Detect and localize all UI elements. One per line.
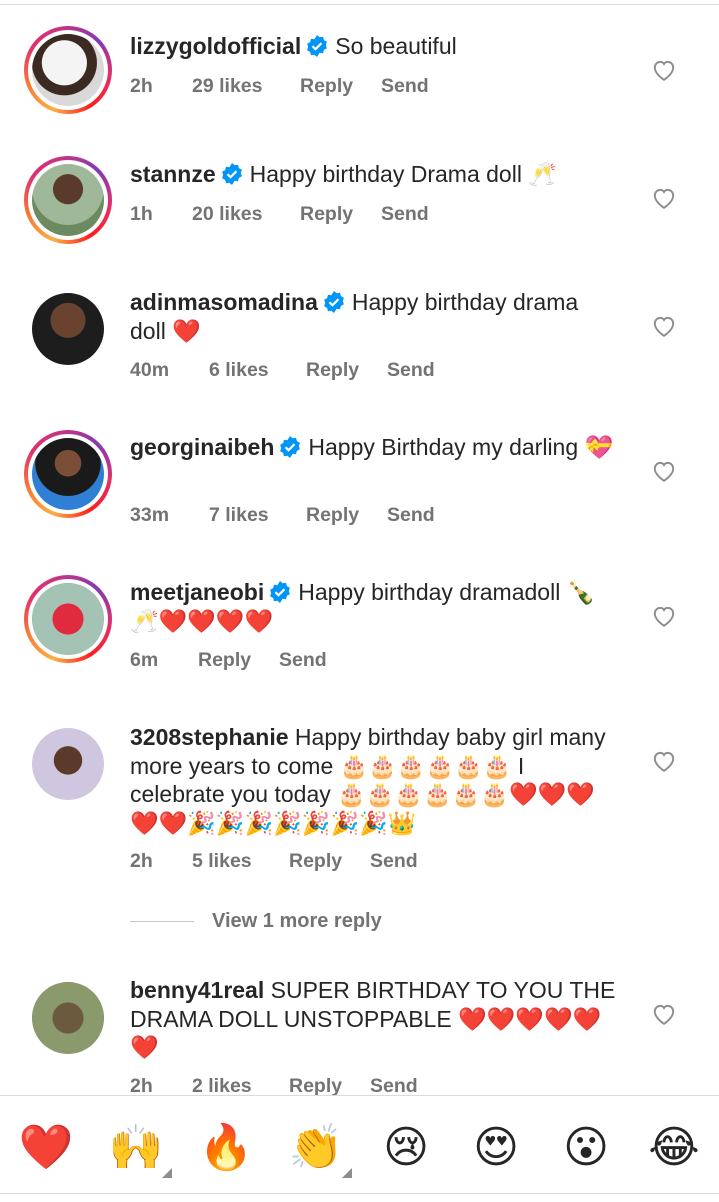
comment-likes[interactable]: 29 likes: [192, 75, 262, 98]
avatar[interactable]: [24, 156, 112, 244]
send-button[interactable]: Send: [381, 203, 429, 226]
skin-tone-indicator-icon: [162, 1168, 172, 1178]
comment-text-block: lizzygoldofficial So beautiful: [130, 32, 620, 61]
comment-text: Happy Birthday my darling 💝: [308, 434, 614, 460]
comment-likes[interactable]: 20 likes: [192, 203, 262, 226]
like-heart-icon[interactable]: [651, 185, 677, 211]
comment-time: 40m: [130, 359, 170, 381]
raising-hands-emoji-button[interactable]: 🙌: [106, 1118, 172, 1178]
verified-badge-icon: [221, 163, 242, 185]
verified-badge-icon: [270, 581, 291, 603]
comment-time: 2h: [130, 75, 153, 97]
comment-text-block: meetjaneobi Happy birthday dramadoll 🍾🥂❤️…: [130, 578, 620, 635]
comment-time: 1h: [130, 203, 153, 225]
bottom-divider: [0, 1193, 719, 1194]
reply-button[interactable]: Reply: [289, 850, 342, 873]
reply-button[interactable]: Reply: [198, 649, 251, 672]
quick-reaction-bar: ❤️ 🙌 🔥 👏 😢 😍 😮 😂: [0, 1095, 719, 1202]
send-button[interactable]: Send: [279, 649, 327, 672]
comment-time: 6m: [130, 649, 159, 671]
comment-likes[interactable]: 5 likes: [192, 850, 252, 873]
comment-time: 2h: [130, 850, 153, 872]
comment-text-block: stannze Happy birthday Drama doll 🥂: [130, 160, 620, 189]
comment-likes[interactable]: 2 likes: [192, 1075, 252, 1095]
comment-username[interactable]: benny41real: [130, 977, 264, 1003]
avatar[interactable]: [32, 982, 104, 1054]
comment-username[interactable]: 3208stephanie: [130, 724, 289, 750]
comment-username[interactable]: stannze: [130, 161, 216, 187]
avatar[interactable]: [32, 728, 104, 800]
divider-line: [130, 921, 194, 923]
tears-of-joy-emoji-button[interactable]: 😂: [644, 1118, 704, 1178]
comment-time: 33m: [130, 504, 170, 526]
avatar[interactable]: [24, 26, 112, 114]
heart-eyes-emoji-button[interactable]: 😍: [466, 1118, 526, 1178]
like-heart-icon[interactable]: [651, 458, 677, 484]
view-more-label[interactable]: View 1 more reply: [212, 910, 382, 932]
comment-username[interactable]: georginaibeh: [130, 434, 274, 460]
avatar[interactable]: [24, 430, 112, 518]
send-button[interactable]: Send: [370, 850, 418, 873]
reply-button[interactable]: Reply: [306, 359, 359, 382]
comment-text-block: georginaibeh Happy Birthday my darling 💝: [130, 433, 620, 462]
comment-text-block: 3208stephanie Happy birthday baby girl m…: [130, 723, 620, 837]
reply-button[interactable]: Reply: [289, 1075, 342, 1095]
skin-tone-indicator-icon: [342, 1168, 352, 1178]
like-heart-icon[interactable]: [651, 1001, 677, 1027]
send-button[interactable]: Send: [370, 1075, 418, 1095]
like-heart-icon[interactable]: [651, 57, 677, 83]
fire-emoji-button[interactable]: 🔥: [196, 1118, 256, 1178]
comment-text: So beautiful: [335, 33, 457, 59]
comment-text-block: benny41real SUPER BIRTHDAY TO YOU THE DR…: [130, 976, 620, 1062]
red-heart-emoji-button[interactable]: ❤️: [16, 1118, 76, 1178]
reply-button[interactable]: Reply: [300, 203, 353, 226]
comment-likes[interactable]: 6 likes: [209, 359, 269, 382]
send-button[interactable]: Send: [381, 75, 429, 98]
reply-button[interactable]: Reply: [306, 504, 359, 527]
crying-face-emoji-button[interactable]: 😢: [376, 1118, 436, 1178]
comment-username[interactable]: meetjaneobi: [130, 579, 264, 605]
like-heart-icon[interactable]: [651, 748, 677, 774]
comment-text-block: adinmasomadina Happy birthday drama doll …: [130, 288, 620, 345]
like-heart-icon[interactable]: [651, 603, 677, 629]
surprised-face-emoji-button[interactable]: 😮: [556, 1118, 616, 1178]
like-heart-icon[interactable]: [651, 313, 677, 339]
comment-username[interactable]: adinmasomadina: [130, 289, 318, 315]
comment-likes[interactable]: 7 likes: [209, 504, 269, 527]
clapping-hands-emoji: 👏: [288, 1123, 344, 1172]
comment-username[interactable]: lizzygoldofficial: [130, 33, 301, 59]
comment-time: 2h: [130, 1075, 153, 1095]
raising-hands-emoji: 🙌: [108, 1123, 164, 1172]
verified-badge-icon: [280, 436, 301, 458]
verified-badge-icon: [323, 291, 344, 313]
view-more-replies-button[interactable]: View 1 more reply: [130, 910, 382, 933]
comments-list[interactable]: lizzygoldofficial So beautiful 2h 29 like…: [0, 0, 719, 1095]
comment-text: Happy birthday Drama doll 🥂: [249, 161, 557, 187]
reply-button[interactable]: Reply: [300, 75, 353, 98]
send-button[interactable]: Send: [387, 504, 435, 527]
verified-badge-icon: [307, 35, 328, 57]
avatar[interactable]: [32, 293, 104, 365]
avatar[interactable]: [24, 575, 112, 663]
clapping-hands-emoji-button[interactable]: 👏: [286, 1118, 352, 1178]
send-button[interactable]: Send: [387, 359, 435, 382]
